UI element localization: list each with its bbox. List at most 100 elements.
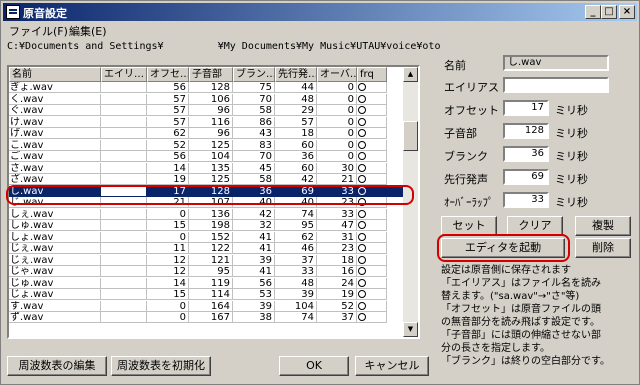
table-cell[interactable]: 0 [317,128,357,139]
scroll-down-arrow-icon[interactable]: ▼ [403,322,418,337]
column-header[interactable]: frq [357,67,387,82]
table-row[interactable]: しょ.wav 0 152 41 62 31 [9,231,406,243]
table-cell[interactable]: じぇ.wav [9,254,101,266]
overlap-input[interactable]: 33 [503,192,549,208]
title-bar[interactable]: 原音設定 _ □ × [3,3,637,21]
table-cell[interactable]: 74 [275,208,317,220]
maximize-button[interactable]: □ [601,5,617,19]
frq-status-icon[interactable] [357,174,387,185]
table-cell[interactable]: 121 [189,254,233,266]
frq-status-icon[interactable] [357,82,387,93]
clear-button[interactable]: クリア [507,216,563,236]
frq-status-icon[interactable] [357,312,387,323]
table-cell[interactable]: ぎょ.wav [9,82,101,93]
table-cell[interactable]: 52 [317,300,357,312]
table-cell[interactable] [101,300,147,312]
table-cell[interactable]: 57 [147,93,189,105]
table-cell[interactable]: 0 [147,312,189,323]
table-cell[interactable] [101,116,147,128]
frq-status-icon[interactable] [357,151,387,162]
table-cell[interactable]: 0 [317,105,357,116]
frq-status-icon[interactable] [357,93,387,105]
table-row[interactable]: じゃ.wav 12 95 41 33 16 [9,266,406,277]
table-cell[interactable]: 32 [233,220,275,231]
column-header[interactable]: エイリ… [101,67,147,82]
table-cell[interactable]: 57 [275,116,317,128]
delete-button[interactable]: 削除 [575,238,631,258]
table-cell[interactable]: 119 [189,277,233,289]
table-row[interactable]: ざ.wav 19 125 58 42 21 [9,174,406,185]
close-button[interactable]: × [619,5,635,19]
table-cell[interactable]: 48 [275,277,317,289]
column-header[interactable]: オーバ… [317,67,357,82]
table-cell[interactable]: 95 [189,266,233,277]
ok-button[interactable]: OK [279,356,349,376]
table-cell[interactable]: 37 [317,312,357,323]
table-cell[interactable]: 56 [233,277,275,289]
table-cell[interactable]: 0 [317,82,357,93]
table-cell[interactable]: 122 [189,243,233,254]
table-cell[interactable]: 135 [189,162,233,174]
table-cell[interactable]: 14 [147,162,189,174]
scroll-up-arrow-icon[interactable]: ▲ [403,67,418,82]
table-cell[interactable] [101,139,147,151]
table-cell[interactable]: 42 [233,208,275,220]
table-cell[interactable]: 21 [317,174,357,185]
table-row[interactable]: じぇ.wav 12 121 39 37 18 [9,254,406,266]
table-cell[interactable]: 136 [189,208,233,220]
table-cell[interactable]: 39 [233,300,275,312]
table-cell[interactable]: 57 [147,105,189,116]
table-cell[interactable] [101,93,147,105]
table-cell[interactable]: 125 [189,174,233,185]
table-row[interactable]: こ.wav 52 125 83 60 0 [9,139,406,151]
table-cell[interactable]: 11 [147,243,189,254]
table-row[interactable]: く.wav 57 106 70 48 0 [9,93,406,105]
table-cell[interactable]: 41 [233,231,275,243]
cancel-button[interactable]: キャンセル [355,356,429,376]
table-cell[interactable]: げ.wav [9,128,101,139]
table-cell[interactable]: 83 [233,139,275,151]
table-cell[interactable] [101,151,147,162]
minimize-button[interactable]: _ [585,5,601,19]
table-cell[interactable]: 48 [275,93,317,105]
column-header[interactable]: 先行発… [275,67,317,82]
frq-status-icon[interactable] [357,277,387,289]
table-cell[interactable] [101,266,147,277]
table-cell[interactable]: じゃ.wav [9,266,101,277]
table-row[interactable]: す.wav 0 164 39 104 52 [9,300,406,312]
frq-status-icon[interactable] [357,300,387,312]
table-cell[interactable]: 16 [317,266,357,277]
table-cell[interactable] [101,289,147,300]
table-cell[interactable]: 33 [275,266,317,277]
table-cell[interactable]: 24 [317,277,357,289]
table-cell[interactable]: 19 [147,174,189,185]
frq-status-icon[interactable] [357,139,387,151]
table-cell[interactable] [101,254,147,266]
table-cell[interactable]: ご.wav [9,151,101,162]
table-cell[interactable]: 104 [275,300,317,312]
table-cell[interactable]: じょ.wav [9,289,101,300]
table-cell[interactable]: 19 [317,289,357,300]
menu-file[interactable]: ファイル(F) [9,23,68,39]
reset-frequency-table-button[interactable]: 周波数表を初期化 [111,356,211,376]
preutterance-input[interactable]: 69 [503,169,549,185]
table-cell[interactable]: 15 [147,220,189,231]
table-cell[interactable]: 152 [189,231,233,243]
frq-status-icon[interactable] [357,128,387,139]
table-cell[interactable]: しょ.wav [9,231,101,243]
table-cell[interactable]: ぐ.wav [9,105,101,116]
column-header[interactable]: 子音部 [189,67,233,82]
table-cell[interactable] [101,82,147,93]
table-cell[interactable]: 70 [233,93,275,105]
blank-input[interactable]: 36 [503,146,549,162]
frq-status-icon[interactable] [357,116,387,128]
frq-status-icon[interactable] [357,266,387,277]
table-cell[interactable]: 53 [233,289,275,300]
table-cell[interactable]: 164 [189,300,233,312]
table-cell[interactable]: 52 [147,139,189,151]
table-cell[interactable] [101,105,147,116]
table-row[interactable]: じぇ.wav 11 122 41 46 23 [9,243,406,254]
offset-input[interactable]: 17 [503,100,549,116]
frq-status-icon[interactable] [357,231,387,243]
table-cell[interactable]: 96 [189,128,233,139]
